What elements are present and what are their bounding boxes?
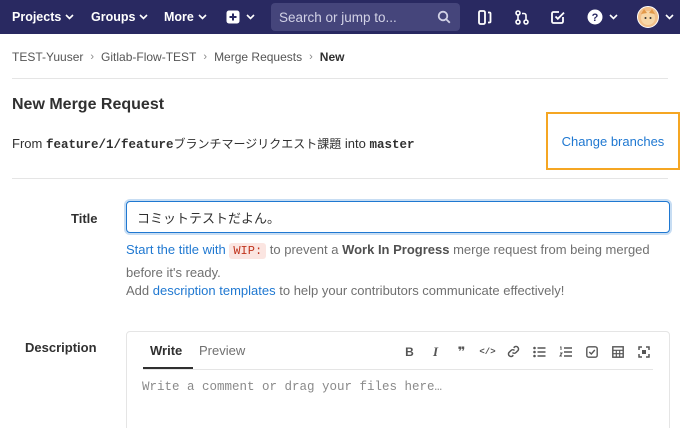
breadcrumb-separator-icon: › bbox=[203, 51, 208, 63]
wip-hint: Start the title with WIP: to prevent a W… bbox=[126, 239, 666, 283]
description-templates-link[interactable]: description templates bbox=[153, 283, 276, 298]
more-menu[interactable]: More bbox=[164, 0, 207, 34]
bullet-list-button[interactable] bbox=[532, 344, 547, 359]
chevron-down-icon bbox=[665, 14, 674, 20]
numbered-list-icon bbox=[559, 346, 572, 357]
wip-code[interactable]: WIP: bbox=[229, 243, 267, 259]
user-menu[interactable] bbox=[637, 0, 674, 34]
breadcrumb-separator-icon: › bbox=[90, 51, 95, 63]
italic-button[interactable]: I bbox=[428, 344, 443, 359]
wip-hint-link[interactable]: Start the title with bbox=[126, 242, 226, 257]
todo-icon bbox=[478, 9, 492, 25]
markdown-toolbar: B I ❞ </> bbox=[391, 344, 651, 359]
chevron-down-icon bbox=[609, 14, 618, 20]
breadcrumb: TEST-Yuuser › Gitlab-Flow-TEST › Merge R… bbox=[12, 50, 344, 64]
tab-write[interactable]: Write bbox=[150, 343, 182, 358]
chevron-down-icon bbox=[198, 14, 207, 20]
code-button[interactable]: </> bbox=[479, 344, 496, 359]
divider bbox=[143, 369, 653, 370]
merge-request-icon bbox=[515, 9, 529, 25]
new-dropdown[interactable] bbox=[226, 0, 255, 34]
more-label: More bbox=[164, 10, 194, 24]
breadcrumb-separator-icon: › bbox=[309, 51, 313, 63]
avatar bbox=[637, 6, 659, 28]
chevron-down-icon bbox=[246, 14, 255, 20]
numbered-list-button[interactable] bbox=[558, 344, 573, 359]
target-branch-name: master bbox=[369, 138, 415, 152]
chevron-down-icon bbox=[139, 14, 149, 20]
table-icon bbox=[611, 345, 624, 358]
title-label: Title bbox=[71, 211, 98, 226]
templates-hint-prefix: Add bbox=[126, 283, 150, 298]
from-label: From bbox=[12, 136, 43, 151]
branch-summary: From feature/1/feature ブランチマージリクエスト課題 in… bbox=[12, 135, 415, 152]
into-label: into bbox=[344, 136, 366, 151]
italic-icon: I bbox=[432, 343, 439, 359]
bullet-list-icon bbox=[533, 346, 546, 357]
wip-hint-text: to prevent a bbox=[269, 242, 339, 257]
table-button[interactable] bbox=[610, 344, 625, 359]
title-input[interactable] bbox=[126, 201, 670, 233]
search-box[interactable] bbox=[271, 3, 460, 31]
source-branch-suffix: ブランチマージリクエスト課題 bbox=[173, 137, 342, 151]
merge-requests-link[interactable] bbox=[515, 0, 529, 34]
breadcrumb-merge-requests[interactable]: Merge Requests bbox=[214, 50, 302, 64]
description-editor: Write Preview B I ❞ </> bbox=[126, 331, 670, 428]
tab-preview[interactable]: Preview bbox=[199, 343, 245, 358]
link-button[interactable] bbox=[506, 344, 521, 359]
change-branches-link[interactable]: Change branches bbox=[546, 112, 680, 170]
groups-menu[interactable]: Groups bbox=[91, 0, 149, 34]
templates-hint: Add description templates to help your c… bbox=[126, 283, 564, 298]
projects-menu[interactable]: Projects bbox=[12, 0, 74, 34]
fullscreen-button[interactable] bbox=[636, 344, 651, 359]
question-icon: ? bbox=[587, 9, 603, 25]
page-title: New Merge Request bbox=[12, 96, 165, 113]
description-label: Description bbox=[25, 340, 97, 355]
quote-icon: ❞ bbox=[457, 343, 466, 359]
top-navbar: Projects Groups More ? bbox=[0, 0, 680, 34]
svg-text:?: ? bbox=[592, 12, 599, 24]
projects-label: Projects bbox=[12, 10, 62, 24]
source-branch-name: feature/1/feature bbox=[45, 138, 174, 152]
task-list-icon bbox=[585, 345, 598, 358]
link-icon bbox=[507, 345, 520, 358]
fullscreen-icon bbox=[637, 345, 650, 358]
task-list-button[interactable] bbox=[584, 344, 599, 359]
editor-tabs: Write Preview B I ❞ </> bbox=[127, 332, 669, 370]
breadcrumb-project[interactable]: Gitlab-Flow-TEST bbox=[101, 50, 196, 64]
divider bbox=[12, 78, 668, 79]
plus-square-icon bbox=[226, 10, 240, 24]
quote-button[interactable]: ❞ bbox=[454, 344, 469, 359]
divider bbox=[12, 178, 668, 179]
bold-button[interactable]: B bbox=[402, 344, 417, 359]
bold-icon: B bbox=[405, 344, 414, 359]
todos-link[interactable] bbox=[551, 0, 565, 34]
help-menu[interactable]: ? bbox=[587, 0, 618, 34]
check-square-icon bbox=[551, 11, 565, 24]
wip-hint-bold: Work In Progress bbox=[342, 242, 450, 257]
breadcrumb-user[interactable]: TEST-Yuuser bbox=[12, 50, 83, 64]
search-input[interactable] bbox=[279, 9, 429, 25]
search-icon bbox=[437, 10, 451, 24]
breadcrumb-current: New bbox=[319, 50, 345, 64]
chevron-down-icon bbox=[65, 14, 74, 20]
templates-hint-suffix: to help your contributors communicate ef… bbox=[279, 283, 565, 298]
code-icon: </> bbox=[479, 346, 496, 357]
issues-link[interactable] bbox=[478, 0, 492, 34]
groups-label: Groups bbox=[91, 10, 136, 24]
avatar-image bbox=[641, 9, 655, 25]
description-textarea[interactable] bbox=[142, 380, 652, 428]
